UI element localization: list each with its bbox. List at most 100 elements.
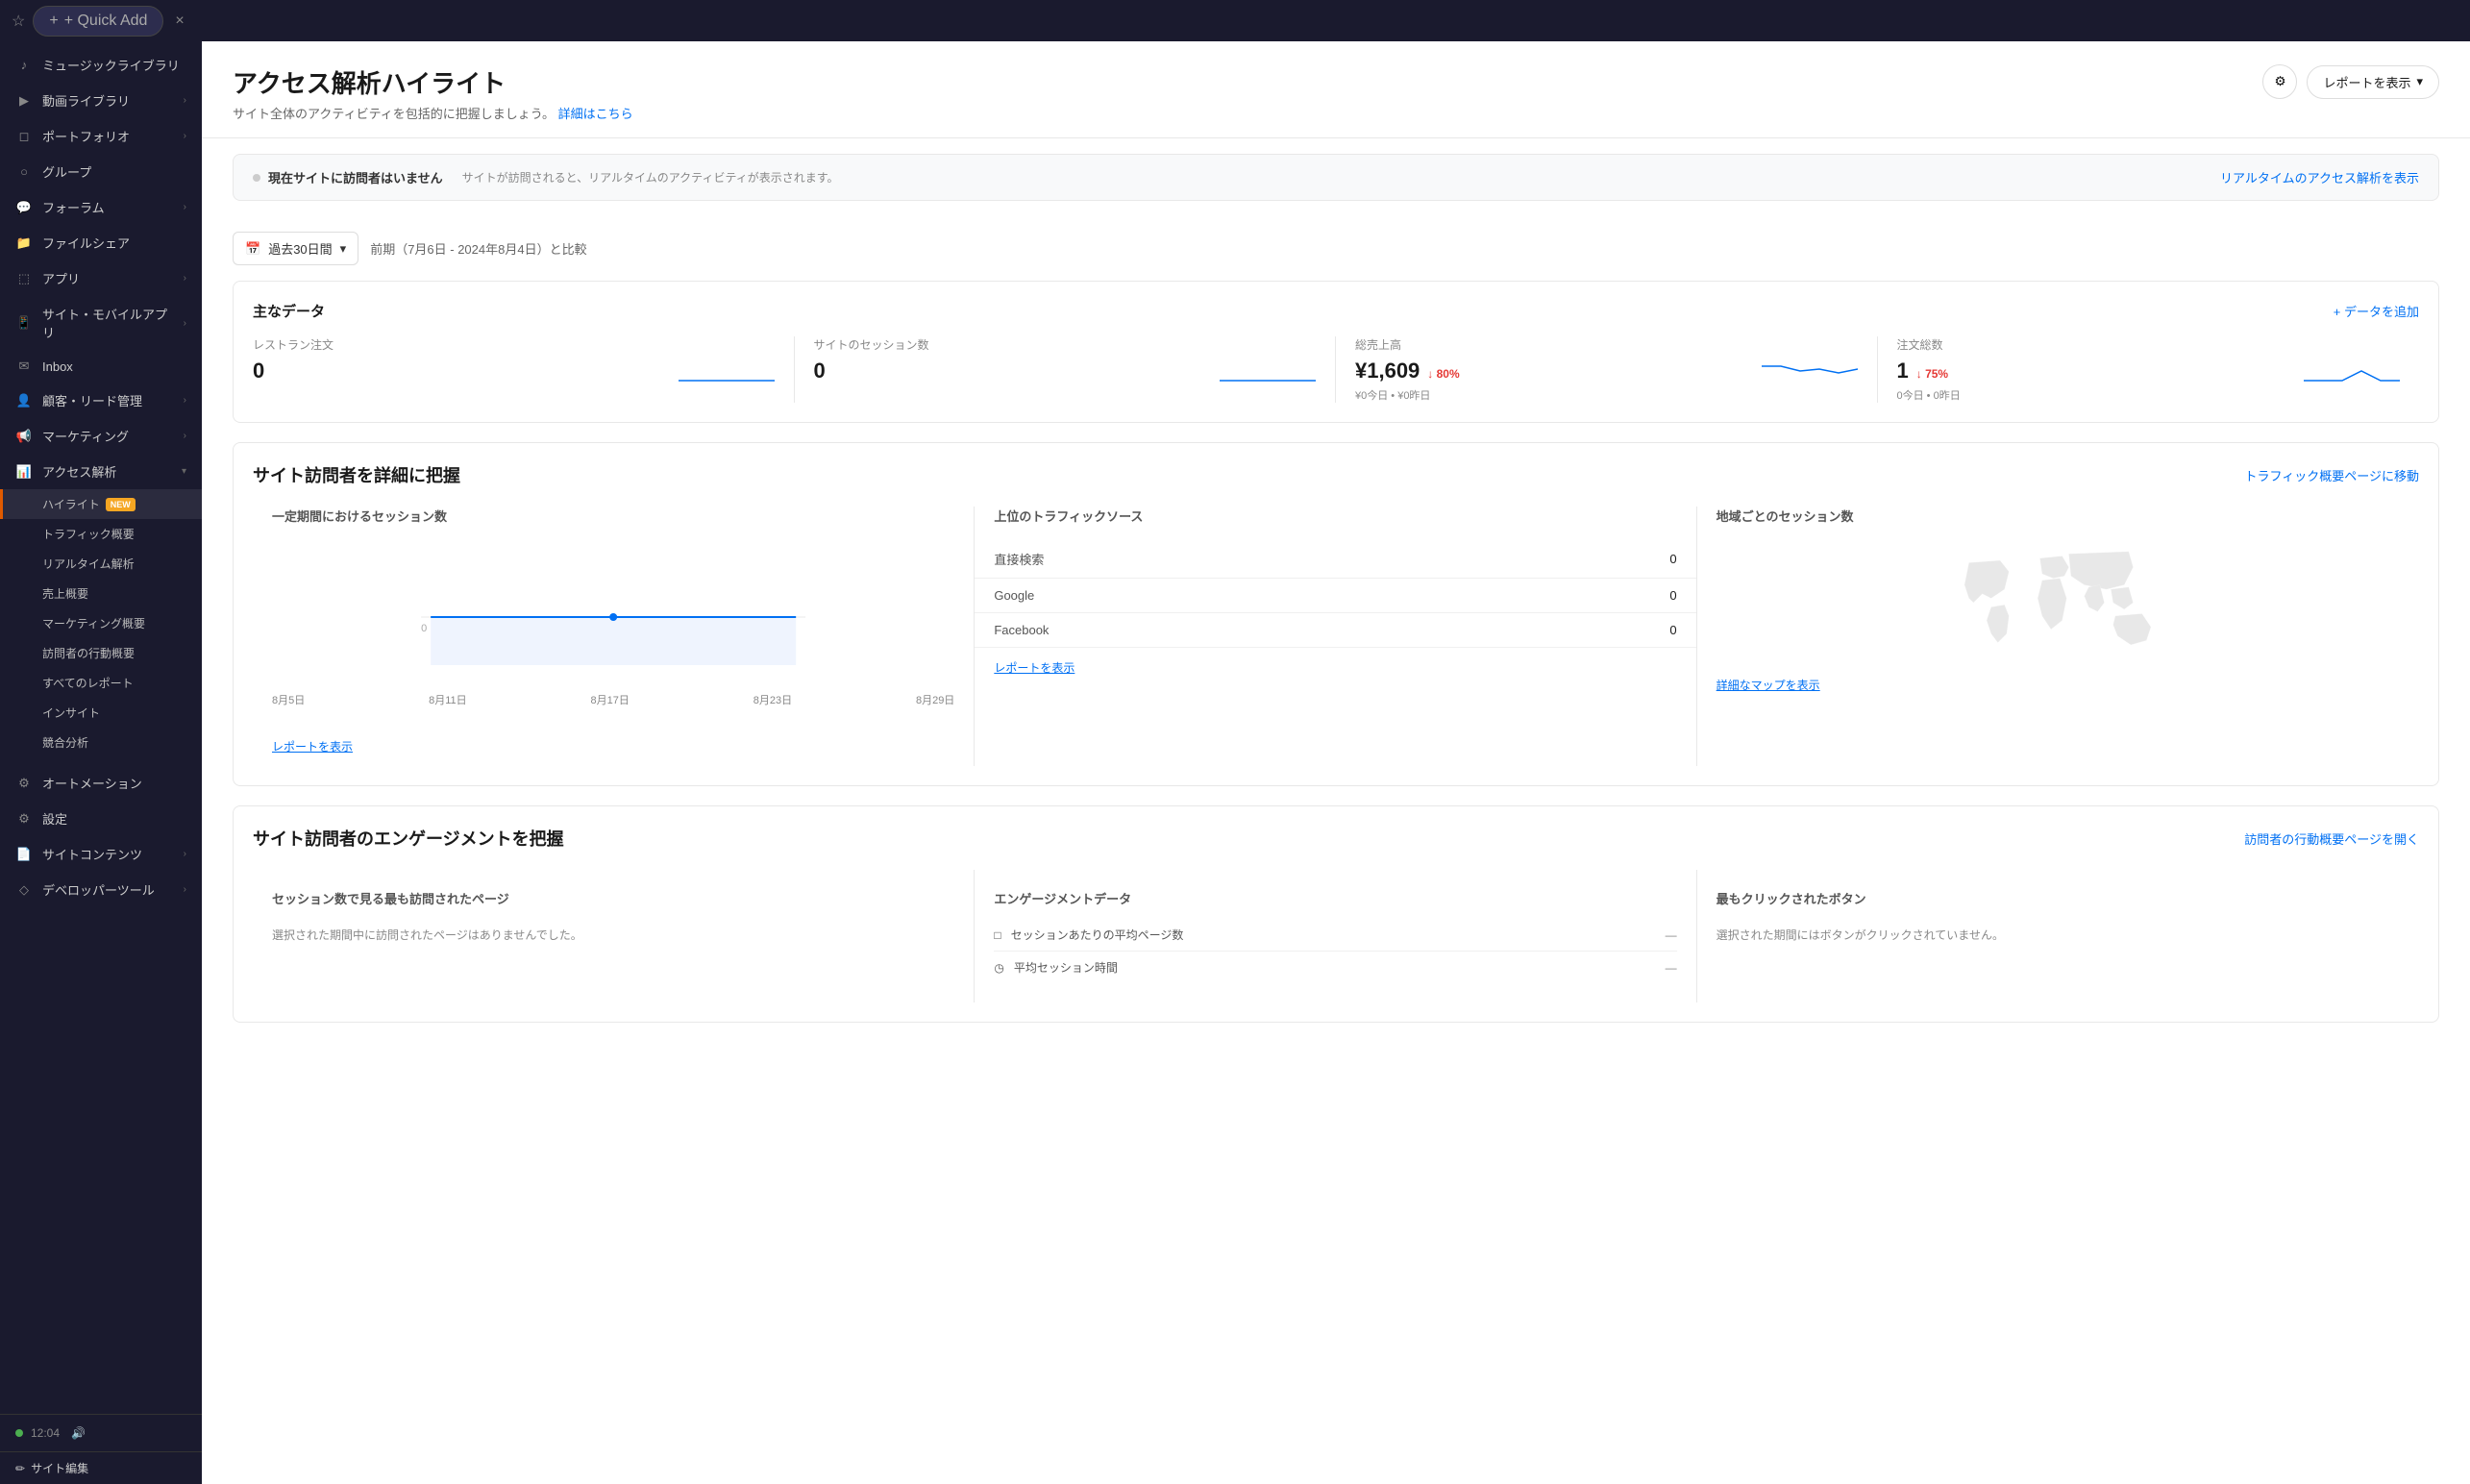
traffic-report-link[interactable]: レポートを表示 — [975, 648, 1695, 687]
sidebar-sub-realtime[interactable]: リアルタイム解析 — [0, 549, 202, 579]
chevron-down-icon: ▾ — [2416, 74, 2423, 89]
metric-change-2: ↓ 80% — [1427, 367, 1459, 381]
edit-site-label: サイト編集 — [31, 1460, 88, 1476]
map-placeholder — [1717, 540, 2400, 665]
chevron-icon: ▾ — [182, 466, 186, 477]
metric-total-sales: 総売上高 ¥1,609 ↓ 80% ¥0今日 • ¥0昨日 — [1336, 336, 1878, 403]
settings-button[interactable]: ⚙ — [2262, 64, 2297, 99]
apps-icon: ⬚ — [15, 271, 33, 286]
chevron-icon: › — [184, 318, 186, 329]
chevron-icon: › — [184, 273, 186, 284]
chevron-icon: › — [184, 95, 186, 106]
quick-add-button[interactable]: + + Quick Add — [33, 6, 163, 37]
gear-icon: ⚙ — [2274, 74, 2285, 89]
date-period-label: 過去30日間 — [268, 239, 332, 258]
sparkline-1 — [1220, 359, 1316, 387]
sidebar-label-site-mobile: サイト・モバイルアプリ — [42, 305, 174, 341]
metric-value-2: ¥1,609 ↓ 80% — [1355, 359, 1752, 383]
metric-order-count: 注文総数 1 ↓ 75% 0今日 • 0昨日 — [1878, 336, 2420, 403]
map-detail-link[interactable]: 詳細なマップを表示 — [1697, 665, 2419, 705]
sidebar-sub-traffic-overview[interactable]: トラフィック概要 — [0, 519, 202, 549]
groups-icon: ○ — [15, 164, 33, 179]
calendar-icon: 📅 — [245, 241, 260, 257]
sidebar-item-groups[interactable]: ○ グループ — [0, 154, 202, 189]
page-header: アクセス解析ハイライト サイト全体のアクティビティを包括的に把握しましょう。 詳… — [202, 41, 2470, 138]
sidebar-sub-all-reports[interactable]: すべてのレポート — [0, 668, 202, 698]
engagement-row-label-0: セッションあたりの平均ページ数 — [1011, 927, 1184, 943]
all-reports-label: すべてのレポート — [42, 675, 134, 691]
sidebar-sub-insights[interactable]: インサイト — [0, 698, 202, 728]
portfolio-icon: ◻ — [15, 129, 33, 144]
sidebar-label-developer: デベロッパーツール — [42, 880, 174, 899]
sidebar-item-crm[interactable]: 👤 顧客・リード管理 › — [0, 383, 202, 418]
metric-data-2: ¥1,609 ↓ 80% ¥0今日 • ¥0昨日 — [1355, 359, 1752, 403]
close-icon[interactable]: × — [175, 12, 184, 30]
edit-site-button[interactable]: ✏ サイト編集 — [0, 1451, 202, 1484]
engagement-row-label-1: 平均セッション時間 — [1014, 959, 1118, 976]
metric-label-1: サイトのセッション数 — [814, 336, 1317, 353]
sidebar-item-music-library[interactable]: ♪ ミュージックライブラリ — [0, 47, 202, 83]
traffic-overview-link[interactable]: トラフィック概要ページに移動 — [2245, 466, 2419, 484]
traffic-sources-title: 上位のトラフィックソース — [975, 507, 1695, 525]
most-visited-empty: 選択された期間中に訪問されたページはありませんでした。 — [272, 919, 954, 951]
traffic-source-value-1: 0 — [1669, 588, 1676, 603]
engagement-link[interactable]: 訪問者の行動概要ページを開く — [2244, 829, 2419, 848]
sidebar-label-marketing: マーケティング — [42, 427, 174, 445]
chart-column: 一定期間におけるセッション数 0 — [253, 507, 975, 766]
sidebar-item-settings[interactable]: ⚙ 設定 — [0, 801, 202, 836]
visitor-status: 現在サイトに訪問者はいません — [253, 168, 443, 186]
date-picker-button[interactable]: 📅 過去30日間 ▾ — [233, 232, 358, 265]
sidebar-item-forum[interactable]: 💬 フォーラム › — [0, 189, 202, 225]
mobile-icon: 📱 — [15, 315, 33, 331]
chart-title: 一定期間におけるセッション数 — [253, 507, 974, 525]
add-data-link[interactable]: + データを追加 — [2334, 302, 2419, 320]
sidebar-item-marketing[interactable]: 📢 マーケティング › — [0, 418, 202, 454]
sidebar-nav: ♪ ミュージックライブラリ ▶ 動画ライブラリ › ◻ ポートフォリオ › ○ … — [0, 41, 202, 913]
sidebar-item-site-mobile[interactable]: 📱 サイト・モバイルアプリ › — [0, 296, 202, 350]
engagement-row-value-1: — — [1666, 961, 1677, 975]
marketing-icon: 📢 — [15, 429, 33, 444]
sidebar-item-inbox[interactable]: ✉ Inbox — [0, 350, 202, 383]
page-title-area: アクセス解析ハイライト サイト全体のアクティビティを包括的に把握しましょう。 詳… — [233, 64, 633, 122]
sidebar-item-automation[interactable]: ⚙ オートメーション — [0, 765, 202, 801]
metric-value-0: 0 — [253, 359, 669, 383]
sidebar-item-video-library[interactable]: ▶ 動画ライブラリ › — [0, 83, 202, 118]
top-bar: ☆ + + Quick Add × — [0, 0, 2470, 41]
sidebar-item-portfolio[interactable]: ◻ ポートフォリオ › — [0, 118, 202, 154]
sidebar-label-video: 動画ライブラリ — [42, 91, 174, 110]
main-data-title: 主なデータ — [253, 301, 325, 321]
engagement-section-card: サイト訪問者のエンゲージメントを把握 訪問者の行動概要ページを開く セッション数… — [233, 805, 2439, 1023]
sidebar-label-site-content: サイトコンテンツ — [42, 845, 174, 863]
online-indicator — [15, 1429, 23, 1437]
sidebar-sub-competitive[interactable]: 競合分析 — [0, 728, 202, 757]
site-content-icon: 📄 — [15, 847, 33, 862]
header-actions: ⚙ レポートを表示 ▾ — [2262, 64, 2439, 99]
traffic-source-2: Facebook 0 — [975, 613, 1695, 648]
realtime-analytics-link[interactable]: リアルタイムのアクセス解析を表示 — [2220, 168, 2419, 186]
metric-sub-3: 0今日 • 0昨日 — [1897, 387, 2295, 403]
map-area — [1697, 540, 2419, 665]
sessions-chart: 0 — [272, 540, 954, 675]
traffic-source-name-2: Facebook — [994, 623, 1049, 637]
sidebar-sub-highlight[interactable]: ハイライト NEW — [0, 489, 202, 519]
marketing-overview-label: マーケティング概要 — [42, 615, 145, 631]
music-icon: ♪ — [15, 58, 33, 72]
metric-data-0: 0 — [253, 359, 669, 387]
show-report-button[interactable]: レポートを表示 ▾ — [2307, 65, 2439, 99]
automation-icon: ⚙ — [15, 776, 33, 791]
time-display: 12:04 — [31, 1426, 60, 1440]
sidebar-item-developer-tools[interactable]: ◇ デベロッパーツール › — [0, 872, 202, 907]
subtitle-link[interactable]: 詳細はこちら — [558, 107, 633, 121]
sidebar-item-apps[interactable]: ⬚ アプリ › — [0, 260, 202, 296]
chart-report-link[interactable]: レポートを表示 — [253, 727, 974, 766]
sidebar-label-crm: 顧客・リード管理 — [42, 391, 174, 409]
date-comparison-text: 前期（7月6日 - 2024年8月4日）と比較 — [370, 239, 586, 258]
sidebar-item-site-content[interactable]: 📄 サイトコンテンツ › — [0, 836, 202, 872]
sidebar-item-analytics[interactable]: 📊 アクセス解析 ▾ — [0, 454, 202, 489]
sidebar-sub-visitor-behavior[interactable]: 訪問者の行動概要 — [0, 638, 202, 668]
chart-area: 0 8月5日 — [253, 540, 974, 727]
sidebar-sub-sales-overview[interactable]: 売上概要 — [0, 579, 202, 608]
sidebar-item-file-share[interactable]: 📁 ファイルシェア — [0, 225, 202, 260]
realtime-label: リアルタイム解析 — [42, 556, 135, 572]
sidebar-sub-marketing-overview[interactable]: マーケティング概要 — [0, 608, 202, 638]
